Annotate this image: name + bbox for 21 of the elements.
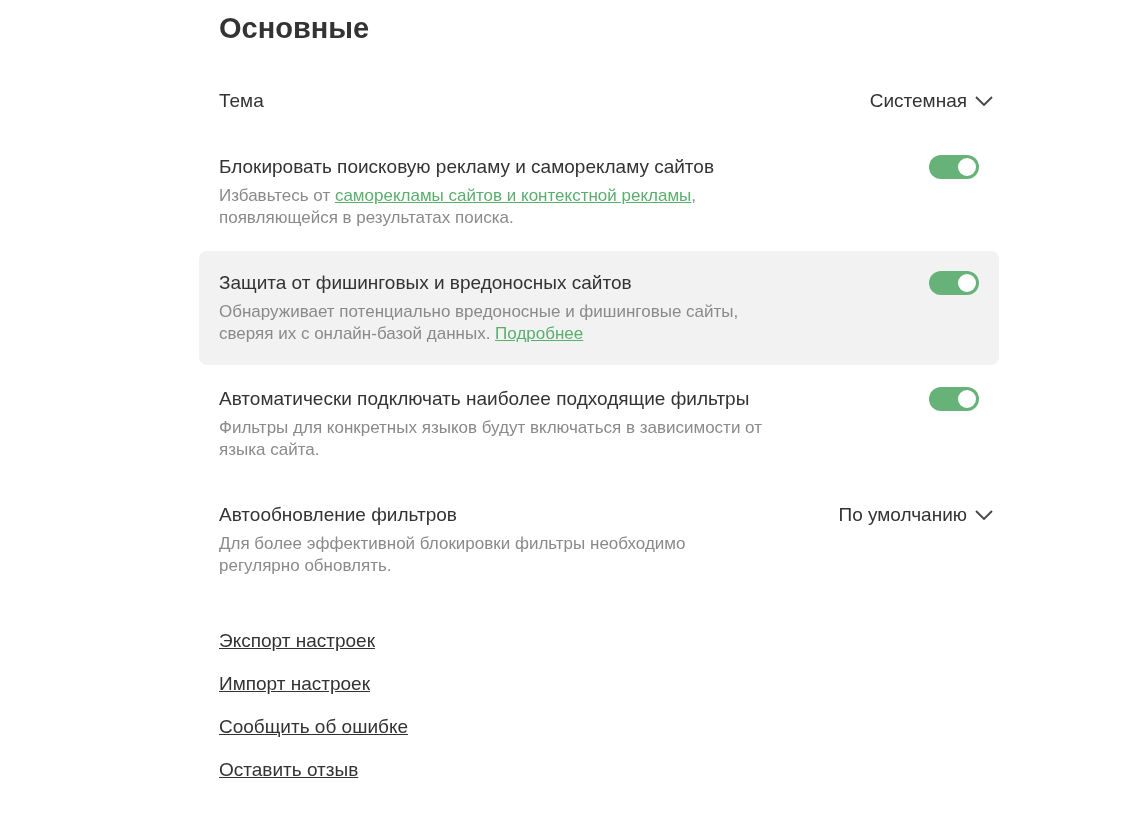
dropdown[interactable]: Системная [869,89,993,113]
setting-description: Фильтры для конкретных языков будут включаться в зависимости от языка сайта. [219,417,762,461]
setting-label: Автоматически подключать наиболее подходящие фильтры [219,387,751,411]
setting-label: Тема [219,89,264,113]
setting-description: Обнаруживает потенциально вредоносные и фишинговые сайты, сверяя их с онлайн-базой данных. Подробнее [219,301,739,345]
toggle-switch[interactable] [929,387,979,411]
setting-label: Блокировать поисковую рекламу и саморекламу сайтов [219,155,714,179]
footer-link[interactable]: Сообщить об ошибке [219,715,408,739]
page-title: Основные [219,11,371,45]
footer-link[interactable]: Экспорт настроек [219,629,375,653]
setting-description: Избавьтесь от саморекламы сайтов и контекстной рекламы, появляющейся в результатах поиска. [219,185,698,229]
toggle-switch[interactable] [929,155,979,179]
setting-label: Защита от фишинговых и вредоносных сайтов [219,271,633,295]
footer-link[interactable]: Оставить отзыв [219,758,359,782]
footer-link[interactable]: Импорт настроек [219,672,370,696]
setting-label: Автообновление фильтров [219,503,458,527]
toggle-switch[interactable] [929,271,979,295]
chevron-down-icon [975,96,993,106]
setting-description: Для более эффективной блокировки фильтры необходимо регулярно обновлять. [219,533,686,577]
chevron-down-icon [975,510,993,520]
dropdown[interactable]: По умолчанию [838,503,993,527]
